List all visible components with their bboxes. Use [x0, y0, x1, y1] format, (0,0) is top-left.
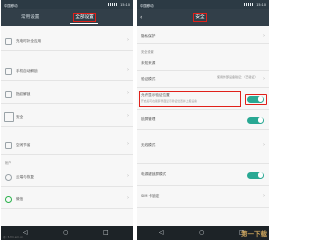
signal-icon [244, 3, 253, 6]
back-arrow-icon[interactable]: ‹ [140, 14, 142, 21]
list-item[interactable]: 充电时补全应用 › [1, 32, 133, 51]
list-item-label: 充电时补全应用 [16, 38, 42, 43]
list-item[interactable]: 微信 › [1, 190, 133, 209]
right-phone-screen: 中国移动 15:10 ‹ 安全 隐私保护 › 安全设置 未知来源 验证模式 使用… [137, 0, 269, 240]
list-item[interactable]: SIM 卡锁定 › [137, 186, 269, 208]
list-item[interactable]: 指纹解锁 › [1, 85, 133, 104]
list-item[interactable]: 验证模式 使用外部设备验证：（已验证） › [137, 71, 269, 88]
signal-icon [108, 3, 117, 6]
list-item-label: 锁屏管理 [141, 117, 156, 121]
tab-indicator [70, 23, 98, 25]
list-item[interactable]: 云端与恢复 › [1, 168, 133, 187]
lock-icon [4, 112, 14, 122]
chevron-right-icon: › [127, 113, 129, 119]
nav-menu-icon[interactable]: □ [103, 229, 109, 236]
chevron-right-icon: › [263, 75, 265, 82]
toggle-knob [257, 117, 264, 123]
chevron-right-icon: › [127, 90, 129, 96]
list-item-label: 未知来源 [141, 61, 156, 65]
power-lock-toggle[interactable] [247, 171, 264, 179]
tab-common-settings[interactable]: 常用设置 [21, 14, 39, 20]
settings-list: 充电时补全应用 › 手机自动解锁 › 指纹解锁 › 安全 › 空闲节省 › 帐户… [1, 26, 133, 226]
chevron-right-icon: › [127, 141, 129, 147]
nav-home-icon[interactable]: ○ [199, 229, 204, 236]
list-item-label: 安全 [16, 114, 24, 119]
list-item-label: 电源键锁屏模式 [141, 172, 167, 176]
chevron-right-icon: › [127, 37, 129, 43]
clock: 15:10 [120, 2, 130, 7]
carrier-label: 中国移动 [140, 3, 154, 8]
chevron-right-icon: › [263, 141, 265, 148]
nav-back-icon[interactable]: ◁ [23, 229, 28, 236]
show-location-toggle[interactable] [247, 95, 264, 103]
app-icon [5, 38, 12, 45]
clock: 15:10 [256, 2, 266, 7]
list-item[interactable]: 手机自动解锁 › [1, 62, 133, 81]
toggle-knob [257, 172, 264, 178]
nav-home-icon[interactable]: ○ [63, 229, 68, 236]
list-item-label: 隐私保护 [141, 34, 156, 38]
cloud-icon [5, 174, 12, 181]
nav-back-icon[interactable]: ◁ [159, 229, 164, 236]
fingerprint-icon [5, 91, 12, 98]
list-item-label: 空闲节省 [16, 142, 31, 147]
carrier-label: 中国移动 [4, 3, 18, 8]
list-item[interactable]: 电源键锁屏模式 [137, 164, 269, 186]
list-item[interactable]: 无线模式 › [137, 130, 269, 164]
list-item[interactable]: 未知来源 [137, 56, 269, 71]
chevron-right-icon: › [127, 173, 129, 179]
section-header: 安全设置 [141, 50, 154, 54]
list-item-label: 手机自动解锁 [16, 68, 38, 73]
list-item-label: 验证模式 [141, 77, 156, 81]
chevron-right-icon: › [127, 67, 129, 73]
list-item-description: 开启后可在锁屏界面显示验证位置并上报设备 [141, 99, 197, 103]
list-item[interactable]: 隐私保护 › [137, 30, 269, 44]
list-item-label: 无线模式 [141, 143, 156, 147]
toggle-knob [257, 96, 264, 102]
chevron-right-icon: › [263, 32, 265, 39]
status-bar: 中国移动 15:10 [137, 0, 269, 9]
list-item-label: 云端与恢复 [16, 174, 34, 179]
list-item[interactable]: 锁屏管理 [137, 110, 269, 130]
list-item-show-location[interactable]: 允许显示验证位置 开启后可在锁屏界面显示验证位置并上报设备 [137, 88, 269, 110]
lockscreen-toggle[interactable] [247, 116, 264, 124]
left-phone-screen: 中国移动 15:10 常用设置 全部设置 充电时补全应用 › 手机自动解锁 › … [1, 0, 133, 240]
battery-icon [5, 142, 12, 149]
list-item-label: 微信 [16, 196, 24, 201]
section-header: 帐户 [5, 161, 12, 165]
status-bar: 中国移动 15:10 [1, 0, 133, 9]
tab-all-settings[interactable]: 全部设置 [73, 12, 97, 22]
watermark-logo: 第一下载 [241, 230, 267, 238]
chevron-right-icon: › [127, 195, 129, 201]
credit-text: @: 5.fm.sm.cn [3, 235, 24, 239]
security-settings-list: 隐私保护 › 安全设置 未知来源 验证模式 使用外部设备验证：（已验证） › 允… [137, 26, 269, 226]
list-item-label: 指纹解锁 [16, 91, 31, 96]
list-item-value: 使用外部设备验证：（已验证） [217, 75, 258, 79]
list-item-label: SIM 卡锁定 [141, 194, 160, 198]
sidebar-item-security[interactable]: 安全 › [1, 108, 133, 127]
settings-header: 常用设置 全部设置 [1, 9, 133, 26]
list-item-label: 允许显示验证位置 [141, 93, 170, 97]
list-item[interactable]: 空闲节省 › [1, 136, 133, 155]
wechat-icon [5, 196, 12, 203]
security-header: ‹ 安全 [137, 9, 269, 26]
chevron-right-icon: › [263, 192, 265, 199]
unlock-icon [5, 68, 12, 75]
page-title: 安全 [193, 12, 207, 22]
